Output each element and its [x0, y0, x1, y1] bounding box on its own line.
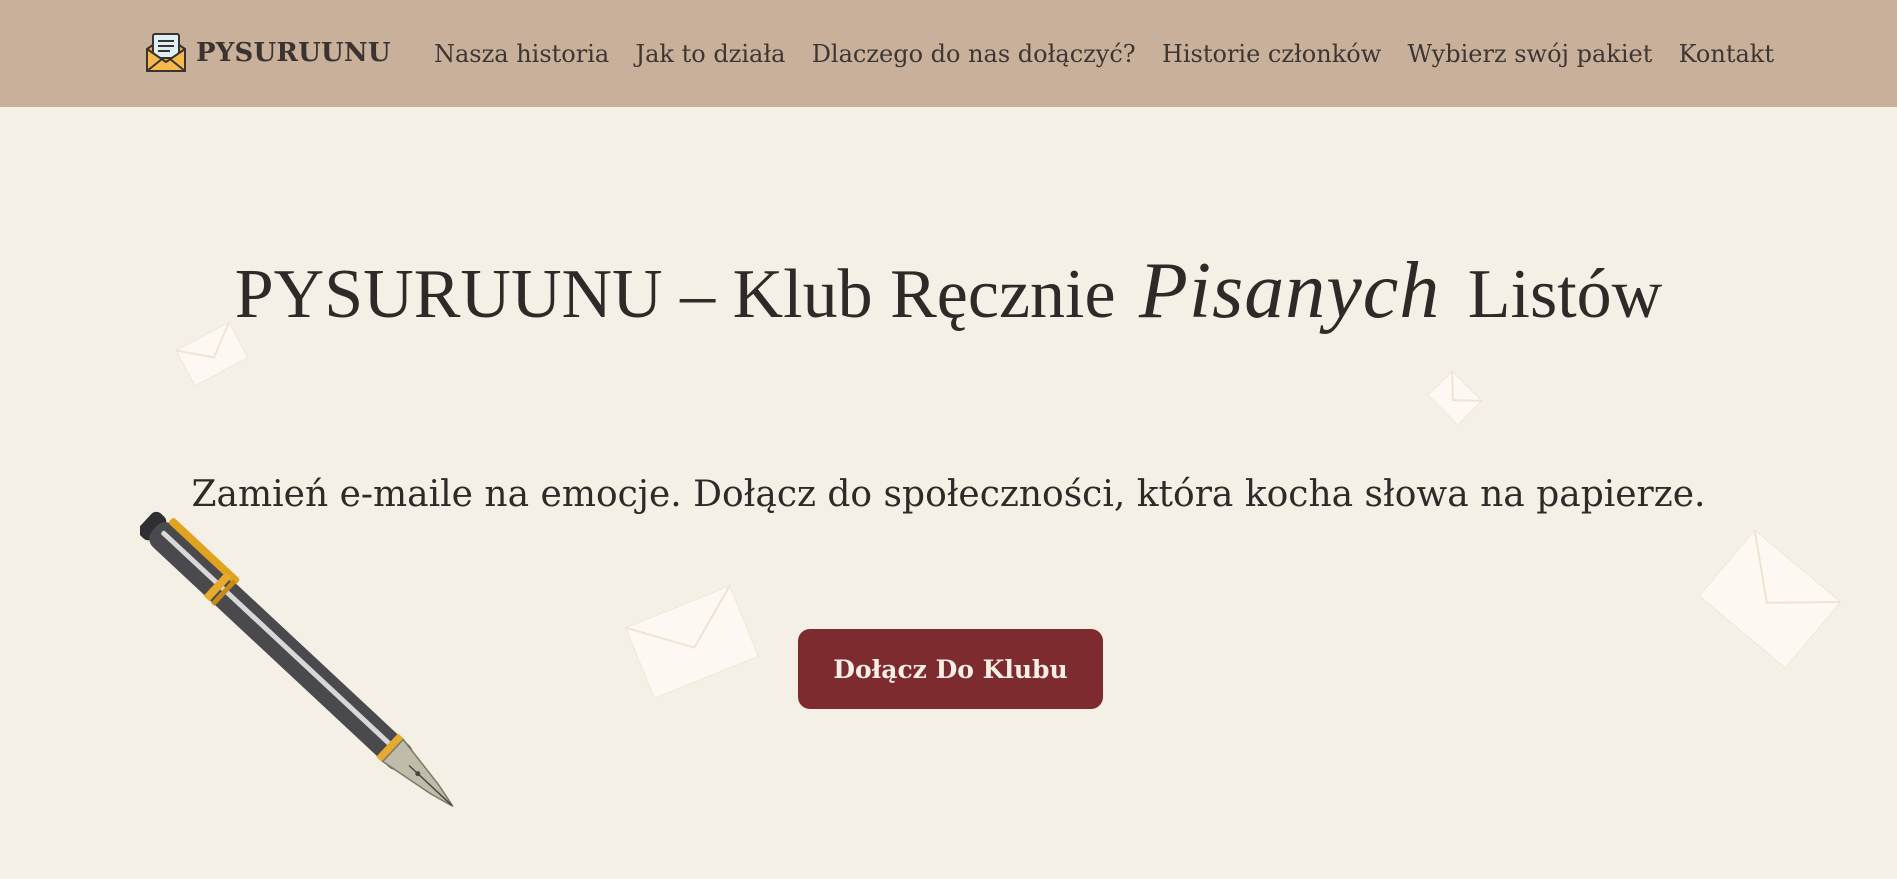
site-header: PYSURUUNU Nasza historia Jak to działa D… — [0, 0, 1897, 107]
nav-item-dlaczego-dolaczyc[interactable]: Dlaczego do nas dołączyć? — [812, 40, 1136, 68]
brand-name: PYSURUUNU — [196, 38, 391, 68]
nav-item-kontakt[interactable]: Kontakt — [1679, 40, 1774, 68]
envelope-icon — [1427, 370, 1483, 426]
fountain-pen-icon — [140, 511, 454, 808]
envelope-icon — [1698, 529, 1842, 669]
nav-item-nasza-historia[interactable]: Nasza historia — [434, 40, 609, 68]
hero-title-end: Listów — [1467, 256, 1663, 333]
hero-title: PYSURUUNU – Klub Ręcznie Pisanych Listów — [0, 246, 1897, 337]
join-club-button[interactable]: Dołącz Do Klubu — [798, 629, 1103, 709]
nav-item-jak-to-dziala[interactable]: Jak to działa — [636, 40, 786, 68]
brand-logo-link[interactable]: PYSURUUNU — [144, 31, 391, 75]
hero-title-script-word: Pisanych — [1139, 247, 1441, 335]
main-nav: Nasza historia Jak to działa Dlaczego do… — [434, 0, 1774, 107]
envelope-icon — [625, 585, 759, 699]
nav-item-historie-czlonkow[interactable]: Historie członków — [1162, 40, 1381, 68]
nav-item-wybierz-pakiet[interactable]: Wybierz swój pakiet — [1408, 40, 1653, 68]
envelope-letter-icon — [146, 33, 186, 72]
hero-title-main: PYSURUUNU – Klub Ręcznie — [234, 256, 1116, 333]
hero-subtitle: Zamień e-maile na emocje. Dołącz do społ… — [191, 474, 1706, 515]
